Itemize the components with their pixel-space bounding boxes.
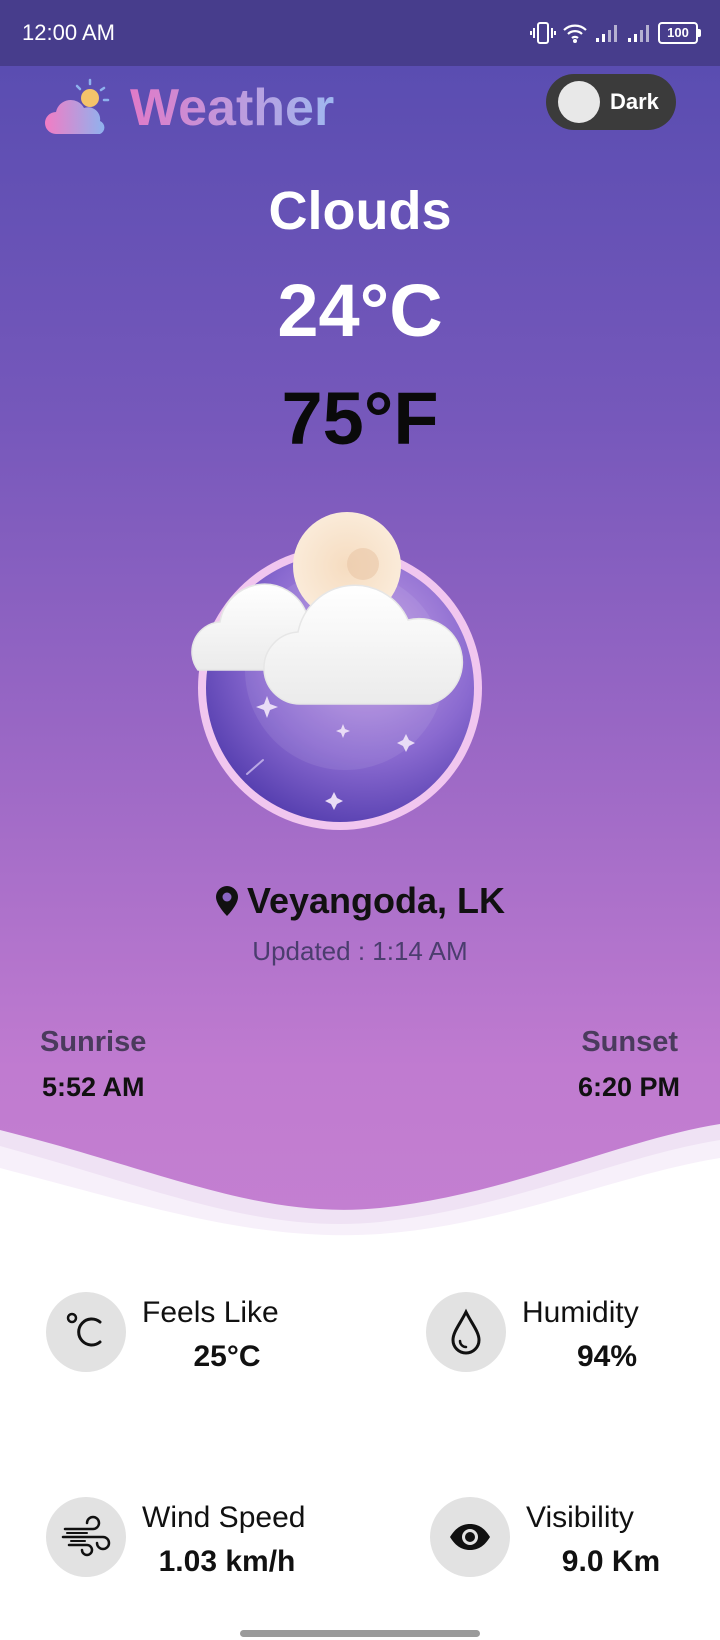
wind-speed-label: Wind Speed <box>142 1501 306 1534</box>
wave-divider <box>0 1124 720 1250</box>
app-header: Weather Dark <box>0 66 720 166</box>
eye-icon <box>430 1497 510 1577</box>
signal-icon-2 <box>628 25 649 42</box>
celsius-icon <box>46 1292 126 1372</box>
status-bar: 12:00 AM 100 <box>0 0 720 66</box>
humidity-value: 94% <box>576 1340 638 1373</box>
location: Veyangoda, LK <box>0 880 720 922</box>
updated-time: 1:14 AM <box>372 936 468 966</box>
droplet-glyph-icon <box>451 1308 481 1355</box>
eye-glyph-icon <box>450 1524 490 1550</box>
wind-speed-card: Wind Speed 1.03 km/h <box>46 1497 366 1597</box>
feels-like-card: Feels Like 25°C <box>46 1292 366 1392</box>
sunset-time: 6:20 PM <box>577 1072 680 1102</box>
feels-like-label: Feels Like <box>142 1296 279 1329</box>
visibility-card: Visibility 9.0 Km <box>430 1497 720 1597</box>
temperature-fahrenheit: 75°F <box>281 377 439 460</box>
visibility-label: Visibility <box>526 1501 634 1534</box>
home-indicator[interactable] <box>240 1630 480 1637</box>
cloudy-night-illustration-icon <box>191 512 482 830</box>
status-icons: 100 <box>530 20 701 46</box>
signal-icon <box>596 25 617 42</box>
updated-label: Updated : <box>252 936 366 966</box>
sunrise-time: 5:52 AM <box>42 1072 145 1102</box>
droplet-icon <box>426 1292 506 1372</box>
battery-icon: 100 <box>658 22 701 44</box>
last-updated: Updated : 1:14 AM <box>0 936 720 967</box>
location-text: Veyangoda, LK <box>246 880 506 921</box>
sunrise-label: Sunrise <box>40 1026 147 1058</box>
temperature-celsius: 24°C <box>277 269 443 352</box>
wifi-icon <box>563 24 587 43</box>
humidity-card: Humidity 94% <box>426 1292 720 1392</box>
toggle-label: Dark <box>610 89 659 114</box>
location-pin-icon <box>215 886 238 916</box>
dark-mode-toggle[interactable]: Dark <box>546 74 676 130</box>
humidity-label: Humidity <box>522 1296 639 1329</box>
wind-icon <box>46 1497 126 1577</box>
app-title: Weather <box>130 79 335 137</box>
weather-logo-icon <box>45 78 110 134</box>
celsius-glyph-icon <box>66 1312 102 1347</box>
sunset-label: Sunset <box>581 1026 678 1058</box>
weather-condition: Clouds <box>268 181 452 241</box>
status-time: 12:00 AM <box>22 20 115 45</box>
feels-like-value: 25°C <box>193 1340 261 1373</box>
wind-glyph-icon <box>61 1515 111 1557</box>
wind-speed-value: 1.03 km/h <box>158 1545 296 1578</box>
toggle-knob <box>558 81 600 123</box>
visibility-value: 9.0 Km <box>561 1545 661 1578</box>
vibrate-icon <box>530 22 556 44</box>
